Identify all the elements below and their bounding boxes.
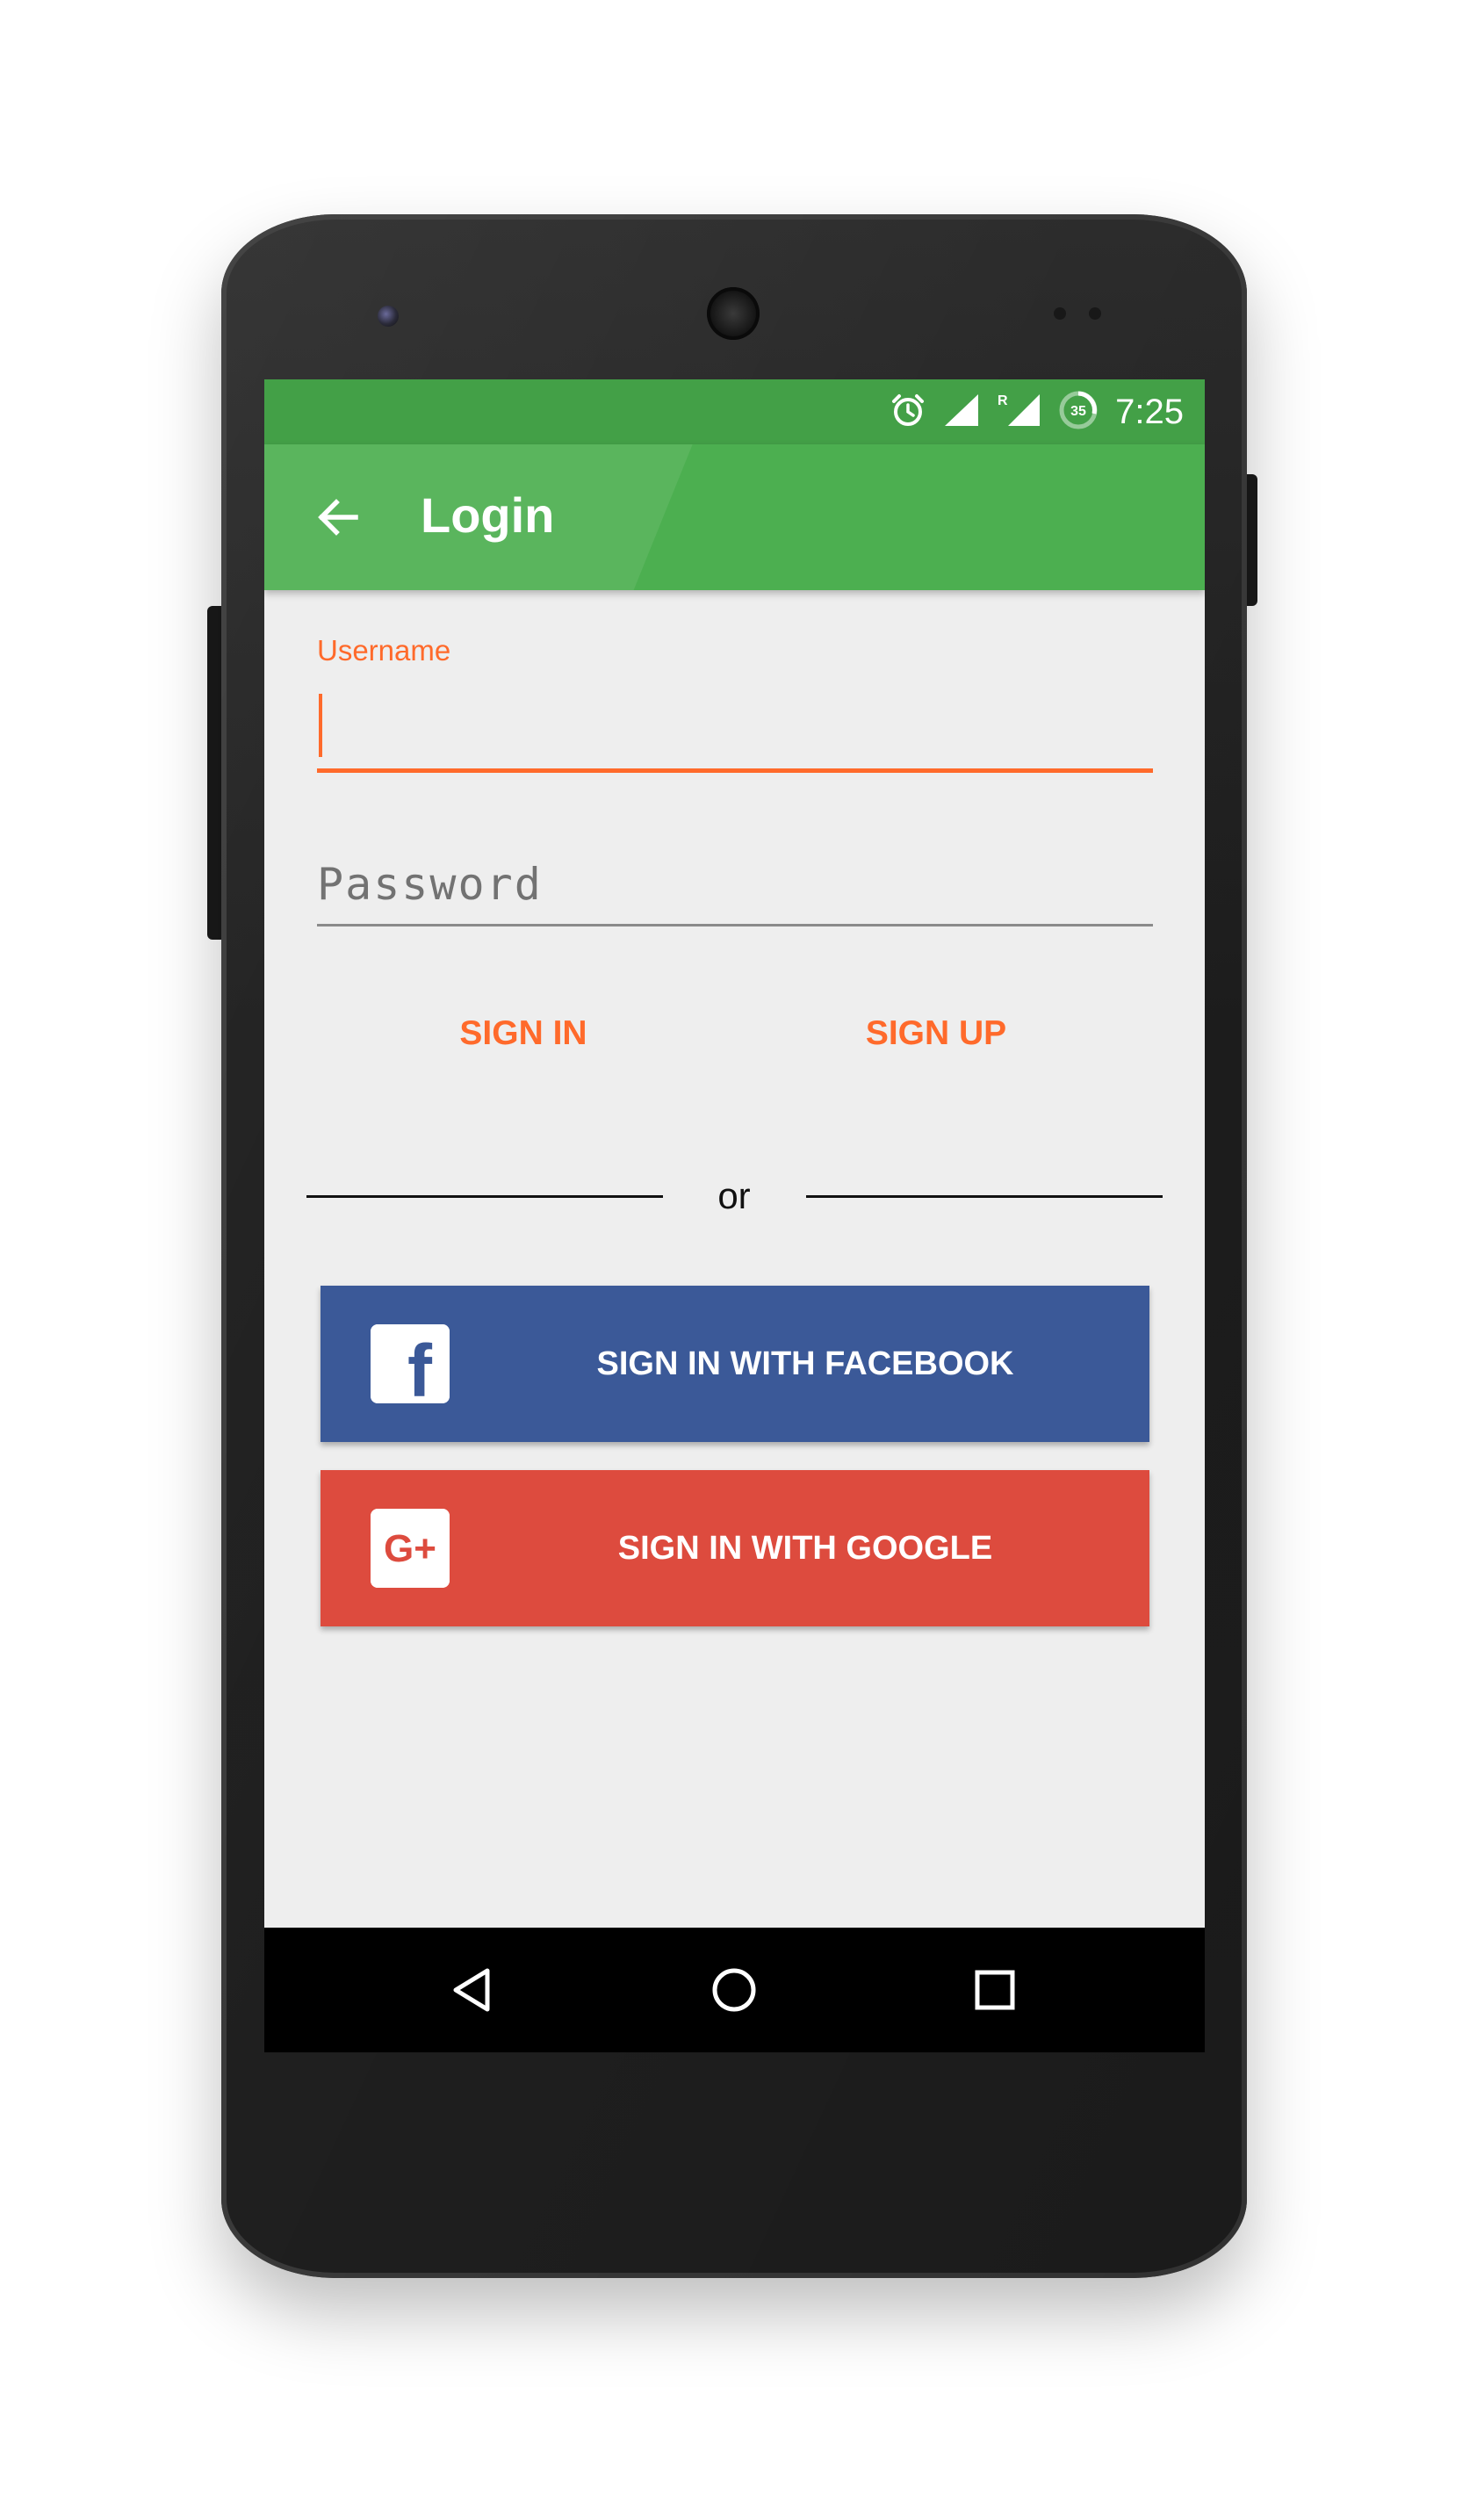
nav-home-button[interactable]	[703, 1959, 765, 2021]
earpiece-speaker	[707, 287, 760, 340]
text-cursor	[319, 694, 322, 757]
divider-text: or	[717, 1175, 751, 1216]
battery-icon: 35	[1057, 389, 1099, 436]
power-button	[1245, 474, 1257, 606]
google-signin-button[interactable]: G+ SIGN IN WITH GOOGLE	[321, 1470, 1149, 1626]
status-icons: R 35 7:25	[889, 379, 1184, 444]
password-field[interactable]	[317, 849, 1151, 919]
google-plus-icon-glyph: G+	[384, 1527, 436, 1570]
clock: 7:25	[1115, 392, 1184, 431]
sign-in-button[interactable]: SIGN IN	[396, 994, 651, 1073]
system-navigation-bar	[264, 1928, 1205, 2052]
light-sensor	[1089, 307, 1101, 320]
screen: R 35 7:25 Login Username SIGN IN SIGN UP…	[264, 379, 1205, 2052]
proximity-sensor	[1054, 307, 1066, 320]
facebook-signin-button[interactable]: f SIGN IN WITH FACEBOOK	[321, 1286, 1149, 1442]
status-bar: R 35 7:25	[264, 379, 1205, 444]
battery-level-text: 35	[1070, 404, 1086, 419]
page-title: Login	[421, 487, 555, 543]
back-button[interactable]	[312, 491, 364, 544]
nav-recents-icon	[975, 1970, 1015, 2010]
username-field[interactable]	[317, 682, 1151, 746]
facebook-signin-label: SIGN IN WITH FACEBOOK	[596, 1345, 1014, 1382]
divider-line-right	[806, 1195, 1163, 1198]
username-label: Username	[317, 634, 451, 667]
nav-back-button[interactable]	[443, 1959, 504, 2021]
alarm-icon	[889, 391, 927, 434]
device-mockup: R 35 7:25 Login Username SIGN IN SIGN UP…	[0, 0, 1484, 2509]
arrow-back-icon	[318, 499, 358, 536]
sign-up-button[interactable]: SIGN UP	[809, 994, 1063, 1073]
google-signin-label: SIGN IN WITH GOOGLE	[617, 1529, 993, 1567]
facebook-icon: f	[371, 1324, 450, 1403]
nav-back-icon	[453, 1968, 490, 2012]
facebook-icon-glyph: f	[407, 1330, 433, 1403]
svg-text:R: R	[998, 393, 1008, 408]
password-underline	[317, 924, 1153, 926]
roaming-signal-icon: R	[996, 391, 1041, 434]
username-underline	[317, 768, 1153, 773]
signal-icon	[943, 391, 980, 434]
nav-home-icon	[712, 1968, 756, 2012]
app-toolbar: Login	[264, 444, 1205, 590]
front-camera	[378, 306, 399, 327]
google-plus-icon: G+	[371, 1509, 450, 1588]
nav-recents-button[interactable]	[964, 1959, 1026, 2021]
divider-line-left	[306, 1195, 663, 1198]
